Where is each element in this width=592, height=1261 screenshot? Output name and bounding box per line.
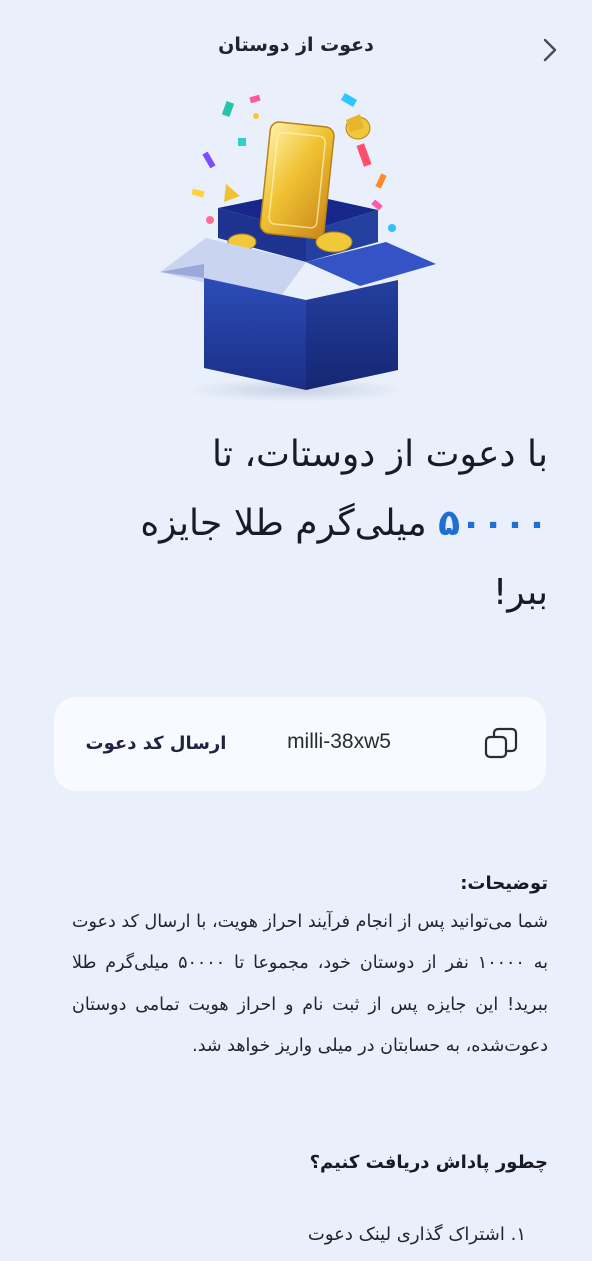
chevron-right-icon: [543, 38, 557, 62]
headline-amount: ۵۰۰۰۰: [438, 503, 548, 544]
description-body: شما می‌توانید پس از انجام فرآیند احراز ه…: [72, 912, 548, 1056]
back-button[interactable]: [538, 36, 562, 64]
hero-illustration: [146, 92, 448, 402]
send-invite-button[interactable]: ارسال کد دعوت: [76, 727, 236, 761]
hero-headline: با دعوت از دوستات، تا ۵۰۰۰۰ میلی‌گرم طلا…: [100, 420, 548, 627]
step-item: ۱. اشتراک گذاری لینک دعوت: [307, 1224, 526, 1245]
description-section: توضیحات: شما می‌توانید پس از انجام فرآین…: [72, 866, 548, 1067]
page-title: دعوت از دوستان: [218, 34, 374, 56]
how-to-section: چطور پاداش دریافت کنیم؟: [80, 1143, 548, 1183]
description-title: توضیحات:: [460, 873, 548, 894]
copy-code-button[interactable]: [482, 725, 520, 763]
gift-box-illustration: [160, 93, 436, 402]
how-to-title: چطور پاداش دریافت کنیم؟: [309, 1152, 548, 1173]
invite-code-value: milli-38xw5: [287, 730, 391, 753]
app-header: دعوت از دوستان: [0, 0, 592, 96]
invite-code-card: milli-38xw5 ارسال کد دعوت: [54, 697, 546, 791]
copy-icon: [484, 727, 518, 759]
headline-prefix: با دعوت از دوستات، تا: [211, 434, 548, 475]
